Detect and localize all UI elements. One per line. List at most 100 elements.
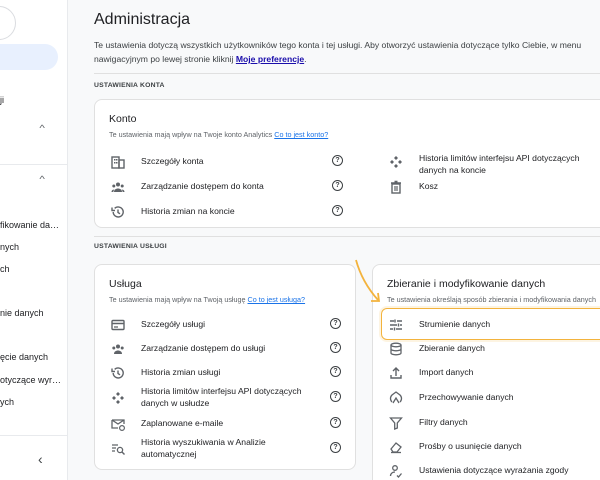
search-history-icon (112, 444, 125, 455)
account-api-history-item[interactable]: Historia limitów interfejsu API dotycząc… (389, 152, 600, 178)
history-icon (111, 367, 124, 379)
property-card-title: Usługa (109, 278, 142, 290)
my-preferences-link[interactable]: Moje preferencje (236, 54, 304, 64)
api-icon (390, 156, 402, 168)
section-divider (94, 73, 600, 74)
data-retention-item[interactable]: Przechowywanie danych (389, 391, 600, 405)
property-api-history-label: Historia limitów interfejsu API dotycząc… (141, 386, 302, 408)
sidebar-divider (0, 164, 67, 165)
section-divider (94, 236, 600, 237)
help-icon[interactable]: ? (330, 417, 341, 428)
account-card-title: Konto (109, 113, 137, 125)
building-icon (111, 156, 125, 169)
sidebar-item[interactable]: otyczące wyr… (0, 375, 61, 385)
help-icon[interactable]: ? (330, 366, 341, 377)
account-access-item[interactable]: Zarządzanie dostępem do konta ? (111, 180, 361, 194)
help-icon[interactable]: ? (330, 391, 341, 402)
card-icon (111, 319, 125, 331)
consent-icon (389, 465, 402, 478)
property-details-label: Szczegóły usługi (141, 319, 206, 329)
account-details-item[interactable]: Szczegóły konta ? (111, 155, 361, 169)
data-import-item[interactable]: Import danych (389, 366, 600, 380)
chevron-up-icon[interactable]: ^ (39, 174, 45, 184)
data-collection-card-desc: Te ustawienia określają sposób zbierania… (387, 295, 596, 304)
what-is-account-link[interactable]: Co to jest konto? (274, 130, 328, 139)
property-card: Usługa Te ustawienia mają wpływ na Twoją… (94, 264, 356, 470)
api-icon (112, 392, 124, 404)
help-icon[interactable]: ? (330, 318, 341, 329)
data-collection-card-title: Zbieranie i modyfikowanie danych (387, 278, 546, 290)
sidebar-item[interactable]: ch (0, 264, 10, 274)
intro-text-end: . (304, 54, 307, 64)
trash-item[interactable]: Kosz (389, 180, 600, 194)
trash-label: Kosz (419, 181, 439, 191)
help-icon[interactable]: ? (332, 180, 343, 191)
sidebar-item[interactable]: ęcie danych (0, 352, 48, 362)
help-icon[interactable]: ? (332, 205, 343, 216)
property-section-label: USTAWIENIA USŁUGI (94, 243, 167, 250)
account-history-item[interactable]: Historia zmian na koncie ? (111, 205, 361, 219)
left-sidebar: ji ^ ^ fikowanie da… nych ch nie danych … (0, 0, 68, 480)
property-history-item[interactable]: Historia zmian usługi ? (111, 366, 345, 380)
property-details-item[interactable]: Szczegóły usługi ? (111, 318, 345, 332)
data-import-label: Import danych (419, 367, 474, 377)
data-streams-highlight (381, 308, 600, 340)
upload-icon (390, 367, 402, 379)
main-content: Administracja Te ustawienia dotyczą wszy… (80, 0, 600, 480)
eraser-icon (390, 442, 402, 454)
scheduled-mail-icon (111, 419, 125, 431)
consent-settings-item[interactable]: Ustawienia dotyczące wyrażania zgody (389, 464, 600, 478)
retention-icon (389, 391, 403, 404)
chevron-up-icon[interactable]: ^ (39, 123, 45, 133)
property-access-label: Zarządzanie dostępem do usługi (141, 343, 266, 353)
sidebar-item[interactable]: fikowanie da… (0, 220, 59, 230)
analytics-intelligence-history-item[interactable]: Historia wyszukiwania w Analizie automat… (111, 436, 345, 462)
data-filters-item[interactable]: Filtry danych (389, 416, 600, 430)
annotation-arrow-icon (355, 259, 381, 302)
account-details-label: Szczegóły konta (141, 156, 204, 166)
data-deletion-requests-label: Prośby o usunięcie danych (419, 441, 522, 451)
account-section-label: USTAWIENIA KONTA (94, 82, 165, 89)
sidebar-item[interactable]: ji (0, 95, 4, 105)
people-icon (111, 182, 125, 192)
scheduled-emails-label: Zaplanowane e-maile (141, 418, 224, 428)
account-access-label: Zarządzanie dostępem do konta (141, 181, 264, 191)
collapse-sidebar-icon[interactable]: ‹ (38, 451, 43, 467)
sidebar-item[interactable]: nie danych (0, 308, 44, 318)
intro-text: Te ustawienia dotyczą wszystkich użytkow… (94, 38, 594, 66)
sidebar-item[interactable]: nych (0, 242, 19, 252)
data-deletion-requests-item[interactable]: Prośby o usunięcie danych (389, 440, 600, 454)
sidebar-item[interactable]: ych (0, 397, 14, 407)
filter-icon (389, 417, 403, 430)
account-card-desc-text: Te ustawienia mają wpływ na Twoje konto … (109, 130, 273, 139)
help-icon[interactable]: ? (330, 442, 341, 453)
trash-icon (391, 180, 401, 194)
account-api-history-label: Historia limitów interfejsu API dotycząc… (419, 153, 580, 175)
consent-settings-label: Ustawienia dotyczące wyrażania zgody (419, 465, 569, 475)
sidebar-active-item[interactable] (0, 44, 58, 70)
account-history-label: Historia zmian na koncie (141, 206, 235, 216)
analytics-intelligence-history-label: Historia wyszukiwania w Analizie automat… (141, 437, 266, 459)
page-title: Administracja (94, 11, 191, 28)
data-collection-item[interactable]: Zbieranie danych (389, 342, 600, 356)
database-icon (390, 342, 402, 356)
profile-avatar[interactable] (0, 6, 16, 40)
help-icon[interactable]: ? (332, 155, 343, 166)
property-api-history-item[interactable]: Historia limitów interfejsu API dotycząc… (111, 385, 345, 411)
account-card: Konto Te ustawienia mają wpływ na Twoje … (94, 99, 600, 228)
data-collection-label: Zbieranie danych (419, 343, 485, 353)
help-icon[interactable]: ? (330, 342, 341, 353)
property-card-desc: Te ustawienia mają wpływ na Twoją usługę… (109, 295, 305, 304)
account-card-desc: Te ustawienia mają wpływ na Twoje konto … (109, 130, 328, 139)
property-card-desc-text: Te ustawienia mają wpływ na Twoją usługę (109, 295, 246, 304)
property-history-label: Historia zmian usługi (141, 367, 221, 377)
sidebar-divider (0, 435, 67, 436)
intro-text-body: Te ustawienia dotyczą wszystkich użytkow… (94, 40, 582, 64)
scheduled-emails-item[interactable]: Zaplanowane e-maile ? (111, 417, 345, 431)
data-collection-card: Zbieranie i modyfikowanie danych Te usta… (372, 264, 600, 480)
data-retention-label: Przechowywanie danych (419, 392, 514, 402)
what-is-property-link[interactable]: Co to jest usługa? (248, 295, 306, 304)
people-icon (112, 344, 124, 354)
property-access-item[interactable]: Zarządzanie dostępem do usługi ? (111, 342, 345, 356)
history-icon (111, 206, 124, 218)
